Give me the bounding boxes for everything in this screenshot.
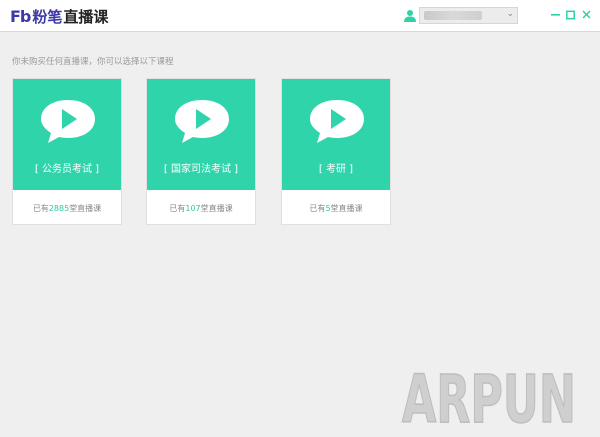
maximize-icon [566, 10, 575, 20]
course-count: 已有5堂直播课 [309, 204, 363, 213]
minimize-icon [551, 14, 560, 16]
logo-mark: Fb [10, 6, 31, 26]
app-title: 直播课 [63, 7, 109, 26]
app-logo: Fb 粉笔 直播课 [10, 6, 109, 26]
course-card-judicial-exam[interactable]: [ 国家司法考试 ] 已有107堂直播课 [146, 78, 256, 225]
course-count-number: 2885 [48, 204, 70, 213]
course-banner: [ 公务员考试 ] [13, 79, 121, 190]
course-card-civil-service[interactable]: [ 公务员考试 ] 已有2885堂直播课 [12, 78, 122, 225]
course-card-postgraduate[interactable]: [ 考研 ] 已有5堂直播课 [281, 78, 391, 225]
maximize-button[interactable] [566, 9, 575, 23]
username-value [424, 11, 482, 20]
watermark-logo: ARPUN [401, 360, 577, 431]
course-name: [ 公务员考试 ] [34, 164, 100, 175]
svg-text:ARPUN: ARPUN [402, 361, 576, 431]
course-count: 已有2885堂直播课 [32, 204, 102, 213]
course-count-number: 107 [185, 204, 201, 213]
play-bubble-icon [310, 100, 364, 143]
course-name: [ 考研 ] [318, 164, 354, 175]
play-bubble-icon [175, 100, 229, 143]
course-name: [ 国家司法考试 ] [163, 164, 239, 175]
username-dropdown[interactable]: ⌄ [419, 7, 518, 24]
user-icon [404, 10, 416, 22]
minimize-button[interactable] [551, 8, 560, 22]
chevron-down-icon[interactable]: ⌄ [506, 9, 514, 19]
logo-brand: 粉笔 [32, 7, 63, 26]
course-banner: [ 考研 ] [282, 79, 390, 190]
course-banner: [ 国家司法考试 ] [147, 79, 255, 190]
title-bar: Fb 粉笔 直播课 ⌄ [0, 0, 600, 32]
empty-hint: 你未购买任何直播课，你可以选择以下课程 [12, 57, 174, 67]
close-button[interactable] [582, 9, 591, 23]
close-icon [582, 10, 591, 19]
play-bubble-icon [41, 100, 95, 143]
course-count: 已有107堂直播课 [169, 204, 233, 213]
